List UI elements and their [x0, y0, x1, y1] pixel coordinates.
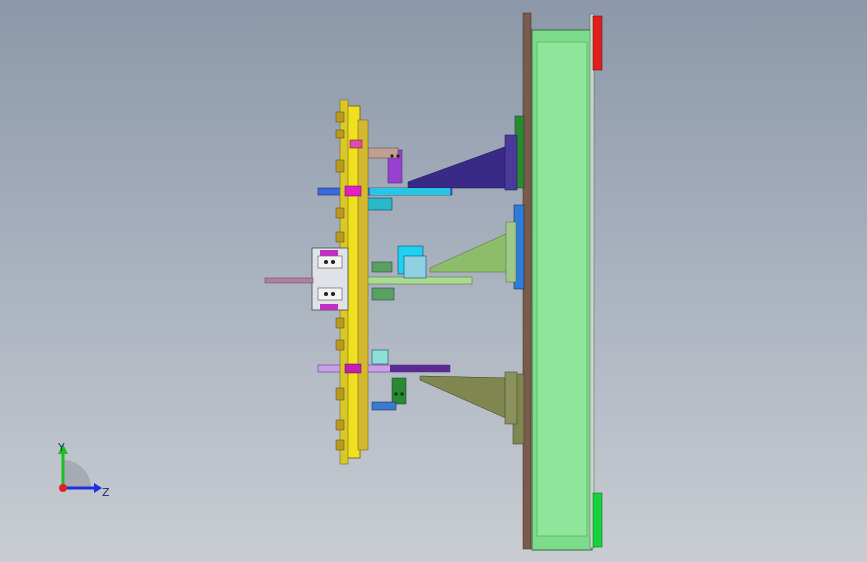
support-gusset-mid: [429, 232, 509, 273]
blue-plate-bottom: [371, 401, 397, 411]
cad-viewport[interactable]: Y Z: [0, 0, 867, 562]
support-post-top: [504, 134, 518, 191]
assembly-drawing[interactable]: [0, 0, 867, 562]
magenta-pin-top: [344, 185, 362, 197]
cyan-clamp-bottom: [371, 349, 389, 365]
green-block: [592, 492, 603, 548]
support-gusset-bottom: [419, 375, 511, 421]
center-clamp-magenta-top: [320, 250, 338, 256]
z-axis-label: Z: [102, 486, 110, 499]
support-gusset-top: [407, 144, 511, 189]
y-axis-label: Y: [58, 441, 65, 454]
z-axis-arrowhead-icon: [94, 483, 102, 493]
fixture-column-back: [357, 119, 369, 451]
green-bracket-bottom: [391, 377, 407, 405]
magenta-pin-bottom: [344, 363, 362, 374]
base-plate-edge: [589, 13, 595, 549]
green-link-mid-2: [371, 287, 395, 301]
base-plate-face: [536, 41, 588, 537]
cyan-block-inner: [403, 255, 427, 279]
triad-plane-icon: [63, 460, 91, 488]
origin-x-axis-icon: [59, 484, 67, 492]
green-link-mid: [371, 261, 393, 273]
push-rod: [264, 277, 314, 284]
center-clamp-bottom-pad: [317, 287, 343, 301]
arm-bottom-dark: [390, 365, 450, 372]
arm-top-cyan: [370, 188, 450, 195]
red-block: [592, 15, 603, 71]
support-post-mid: [505, 221, 517, 283]
center-clamp-magenta-bottom: [320, 304, 338, 310]
pink-pin-top: [349, 139, 363, 149]
center-clamp-top-pad: [317, 255, 343, 269]
support-post-bottom: [504, 371, 518, 425]
